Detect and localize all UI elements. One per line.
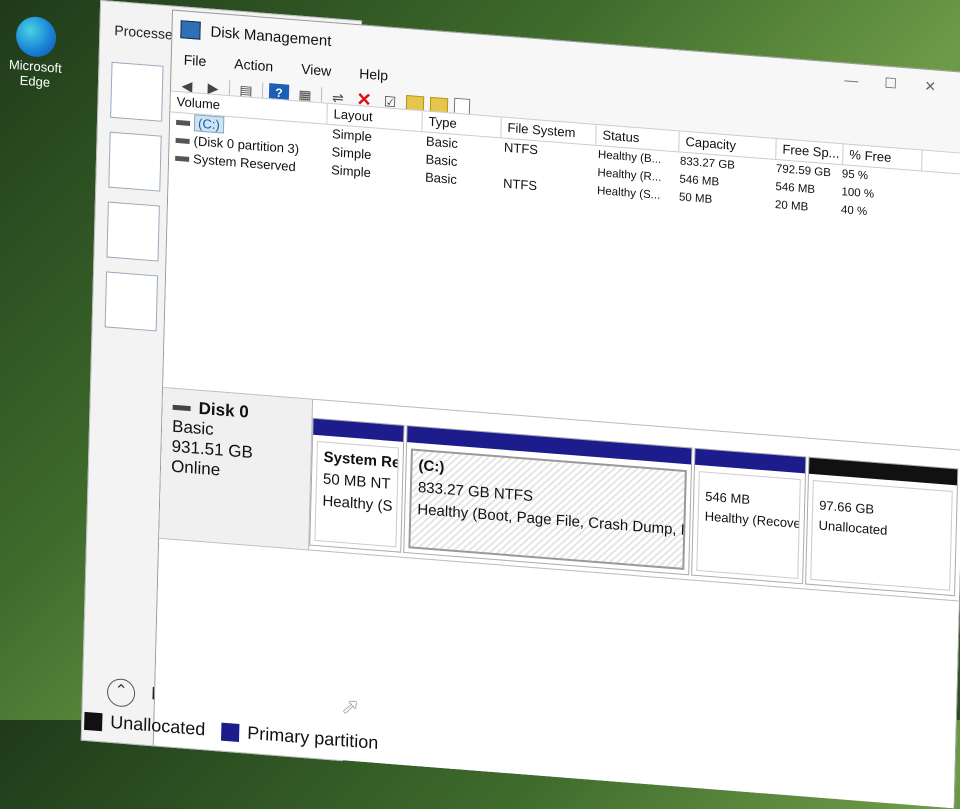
- edge-label: Microsoft Edge: [8, 56, 62, 90]
- disk-name: Disk 0: [198, 398, 249, 422]
- edge-desktop-shortcut[interactable]: Microsoft Edge: [0, 14, 72, 91]
- partition-c[interactable]: (C:) 833.27 GB NTFS Healthy (Boot, Page …: [403, 425, 693, 576]
- disk-graph[interactable]: [106, 201, 160, 262]
- fewer-details-icon[interactable]: ⌃: [106, 677, 136, 708]
- disk-icon: [172, 404, 191, 412]
- close-button[interactable]: ✕: [924, 78, 936, 96]
- menu-help[interactable]: Help: [359, 65, 388, 83]
- primary-partition-band: [695, 448, 806, 474]
- edge-icon: [15, 15, 57, 59]
- memory-graph[interactable]: [108, 131, 162, 192]
- disk-management-window: Disk Management — ☐ ✕ File Action View H…: [84, 9, 960, 809]
- menu-action[interactable]: Action: [234, 55, 273, 74]
- partition-status: Healthy (S: [322, 492, 393, 515]
- disk-map: Disk 0 Basic 931.51 GB Online System Re …: [159, 386, 960, 602]
- unallocated-swatch: [84, 711, 103, 731]
- volume-name: (C:): [193, 114, 225, 134]
- disk-0-label[interactable]: Disk 0 Basic 931.51 GB Online: [159, 387, 314, 550]
- window-title: Disk Management: [210, 23, 332, 50]
- volume-free: 20 MB: [774, 198, 809, 214]
- legend: Unallocated Primary partition: [84, 710, 379, 754]
- volume-icon: [176, 119, 191, 127]
- menu-view[interactable]: View: [301, 61, 332, 79]
- primary-swatch: [221, 722, 240, 742]
- partition-system-reserved[interactable]: System Re 50 MB NT Healthy (S: [309, 417, 405, 553]
- minimize-button[interactable]: —: [844, 71, 858, 88]
- cpu-graph[interactable]: [110, 61, 164, 122]
- partition-recovery[interactable]: 546 MB Healthy (Recovery: [691, 447, 807, 585]
- menu-file[interactable]: File: [184, 51, 207, 69]
- mouse-cursor-icon: ➚: [340, 693, 360, 720]
- primary-partition-band: [313, 418, 404, 442]
- disk-management-icon: [180, 20, 201, 40]
- maximize-button[interactable]: ☐: [884, 75, 897, 93]
- unallocated-space[interactable]: 97.66 GB Unallocated: [805, 456, 959, 597]
- volume-icon: [175, 155, 190, 162]
- volume-icon: [175, 137, 190, 145]
- network-graph[interactable]: [104, 271, 159, 332]
- legend-primary: Primary partition: [247, 722, 379, 753]
- mmc-content: Volume Layout Type File System Status Ca…: [84, 90, 960, 809]
